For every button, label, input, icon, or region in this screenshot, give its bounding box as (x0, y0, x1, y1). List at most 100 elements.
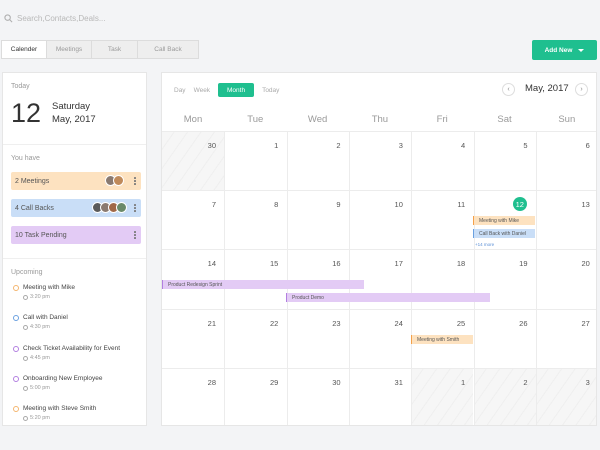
day-number[interactable]: 10 (349, 200, 411, 209)
out-of-month-cell (535, 367, 596, 425)
day-number[interactable]: 3 (536, 378, 596, 387)
status-dot-icon (13, 346, 19, 352)
tab-meetings[interactable]: Meetings (46, 40, 92, 59)
day-number[interactable]: 18 (411, 259, 473, 268)
grid-line (162, 131, 596, 132)
event-product-redesign-sprint[interactable]: Product Redesign Sprint (162, 280, 364, 289)
today-date: May, 2017 (52, 114, 96, 125)
day-number[interactable]: 31 (349, 378, 411, 387)
today-label: Today (11, 83, 30, 90)
day-number[interactable]: 28 (162, 378, 224, 387)
day-number[interactable]: 1 (224, 141, 286, 150)
summary-tasks-pending[interactable]: 10 Task Pending (11, 226, 141, 244)
event-call-back-daniel[interactable]: Call Back with Daniel (473, 229, 535, 238)
day-number[interactable]: 6 (536, 141, 596, 150)
status-dot-icon (13, 376, 19, 382)
tab-call-back[interactable]: Call Back (137, 40, 199, 59)
day-number[interactable]: 30 (162, 141, 224, 150)
day-number[interactable]: 24 (349, 319, 411, 328)
out-of-month-cell (162, 131, 225, 191)
more-options-icon[interactable] (134, 231, 136, 239)
day-number[interactable]: 8 (224, 200, 286, 209)
next-month-button[interactable]: › (575, 83, 588, 96)
summary-call-backs[interactable]: 4 Call Backs (11, 199, 141, 217)
view-week[interactable]: Week (190, 87, 215, 94)
chevron-right-icon: › (580, 86, 583, 93)
grid-line (162, 308, 596, 310)
weekday-header: Sat (497, 114, 512, 125)
day-number[interactable]: 4 (411, 141, 473, 150)
day-number[interactable]: 17 (349, 259, 411, 268)
weekday-header: Fri (436, 114, 448, 125)
upcoming-time: 3:20 pm (23, 294, 50, 300)
today-day-number: 12 (11, 98, 42, 128)
day-number[interactable]: 9 (287, 200, 349, 209)
more-events-link[interactable]: +14 more (475, 242, 494, 247)
day-number[interactable]: 11 (411, 200, 473, 209)
divider (3, 258, 146, 259)
view-month[interactable]: Month (218, 83, 255, 97)
event-meeting-with-mike[interactable]: Meeting with Mike (473, 216, 535, 225)
day-number[interactable]: 29 (224, 378, 286, 387)
left-panel: Today 12 Saturday May, 2017 You have 2 M… (2, 72, 147, 426)
avatar-group (105, 175, 124, 186)
status-dot-icon (13, 285, 19, 291)
event-product-demo[interactable]: Product Demo (286, 293, 490, 302)
month-label: May, 2017 (525, 83, 569, 94)
summary-meetings[interactable]: 2 Meetings (11, 172, 141, 190)
day-number[interactable]: 3 (349, 141, 411, 150)
event-meeting-with-smith[interactable]: Meeting with Smith (411, 335, 473, 344)
out-of-month-cell (411, 367, 474, 425)
view-today[interactable]: Today (258, 87, 283, 94)
weekday-header: Thu (371, 114, 389, 125)
view-day[interactable]: Day (170, 87, 190, 94)
summary-meetings-label: 2 Meetings (15, 177, 50, 185)
day-number[interactable]: 23 (287, 319, 349, 328)
prev-month-button[interactable]: ‹ (502, 83, 515, 96)
day-number[interactable]: 7 (162, 200, 224, 209)
tab-calender[interactable]: Calender (1, 40, 47, 59)
day-number[interactable]: 21 (162, 319, 224, 328)
more-options-icon[interactable] (134, 204, 136, 212)
search-bar[interactable] (4, 10, 147, 26)
upcoming-title: Call with Daniel (23, 314, 68, 321)
day-number[interactable]: 5 (474, 141, 536, 150)
day-number[interactable]: 2 (287, 141, 349, 150)
tab-task[interactable]: Task (91, 40, 138, 59)
upcoming-title: Onboarding New Employee (23, 375, 103, 382)
more-options-icon[interactable] (134, 177, 136, 185)
upcoming-time: 4:45 pm (23, 355, 50, 361)
day-number[interactable]: 30 (287, 378, 349, 387)
day-number[interactable]: 2 (474, 378, 536, 387)
day-number[interactable]: 14 (162, 259, 224, 268)
divider (3, 144, 146, 145)
grid-line (162, 249, 596, 251)
view-switcher: Day Week Month Today (170, 83, 283, 97)
upcoming-time: 5:20 pm (23, 415, 50, 421)
today-marker[interactable]: 12 (512, 197, 527, 212)
clock-icon (23, 355, 28, 361)
day-number[interactable]: 27 (536, 319, 596, 328)
caret-down-icon (578, 48, 585, 52)
grid-line (162, 367, 596, 369)
day-number[interactable]: 16 (287, 259, 349, 268)
day-number[interactable]: 19 (474, 259, 536, 268)
weekday-header: Wed (307, 114, 328, 125)
add-new-button[interactable]: Add New (532, 40, 597, 60)
top-tabs: Calender Meetings Task Call Back (1, 40, 199, 59)
weekday-header: Sun (558, 114, 576, 125)
clock-icon (23, 294, 28, 300)
grid-line (162, 190, 596, 192)
day-number[interactable]: 13 (536, 200, 596, 209)
upcoming-title: Meeting with Mike (23, 284, 76, 291)
day-number[interactable]: 1 (411, 378, 473, 387)
chevron-left-icon: ‹ (507, 86, 510, 93)
day-number[interactable]: 25 (411, 319, 473, 328)
clock-icon (23, 324, 28, 330)
search-input[interactable] (17, 13, 147, 23)
day-number[interactable]: 26 (474, 319, 536, 328)
day-number[interactable]: 15 (224, 259, 286, 268)
add-new-label: Add New (544, 46, 573, 54)
day-number[interactable]: 22 (224, 319, 286, 328)
day-number[interactable]: 20 (536, 259, 596, 268)
